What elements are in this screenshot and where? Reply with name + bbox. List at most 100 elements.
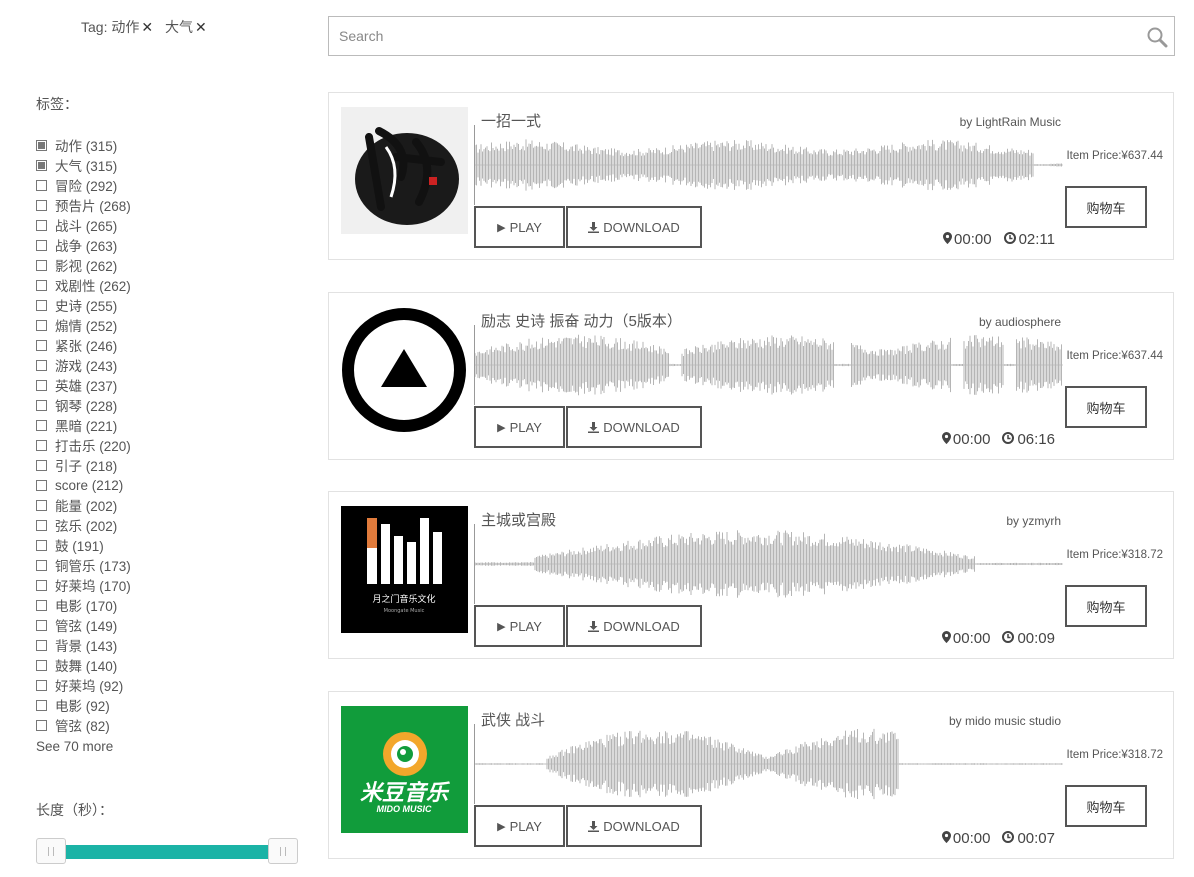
- tag-filter-item[interactable]: 电影 (92): [36, 695, 256, 715]
- waveform[interactable]: [474, 325, 1063, 405]
- tag-filter-item[interactable]: 影视 (262): [36, 255, 256, 275]
- cart-button[interactable]: 购物车: [1065, 585, 1147, 627]
- tag-filter-label: 动作 (315): [55, 139, 118, 154]
- tag-checkbox[interactable]: [36, 659, 47, 671]
- tag-checkbox[interactable]: [36, 639, 47, 651]
- tag-filter-item[interactable]: 英雄 (237): [36, 375, 256, 395]
- tag-checkbox[interactable]: [36, 619, 47, 631]
- album-cover[interactable]: [341, 107, 468, 234]
- play-button[interactable]: ▶ PLAY: [474, 406, 565, 448]
- tag-checkbox[interactable]: [36, 579, 47, 591]
- tag-checkbox[interactable]: [36, 279, 47, 291]
- tag-checkbox[interactable]: [36, 679, 47, 691]
- tag-filter-item[interactable]: score (212): [36, 475, 256, 495]
- album-cover[interactable]: 月之门音乐文化 Moongate Music: [341, 506, 468, 633]
- tag-filter-item[interactable]: 战争 (263): [36, 235, 256, 255]
- tag-filter-item[interactable]: 鼓舞 (140): [36, 655, 256, 675]
- waveform[interactable]: [474, 524, 1063, 604]
- tag-filter-item[interactable]: 紧张 (246): [36, 335, 256, 355]
- album-cover[interactable]: 米豆音乐 MIDO MUSIC: [341, 706, 468, 833]
- tag-checkbox[interactable]: [36, 219, 47, 231]
- tag-checkbox[interactable]: [36, 539, 47, 551]
- tag-checkbox[interactable]: [36, 259, 47, 271]
- tag-checkbox[interactable]: [36, 719, 47, 731]
- search-input[interactable]: [329, 17, 1139, 55]
- tag-checkbox[interactable]: [36, 359, 47, 371]
- search-icon[interactable]: [1146, 26, 1168, 48]
- tag-filter-item[interactable]: 好莱坞 (92): [36, 675, 256, 695]
- tag-checkbox[interactable]: [36, 199, 47, 211]
- length-heading: 长度（秒）：: [36, 802, 113, 818]
- tag-checkbox[interactable]: [36, 239, 47, 251]
- tag-checkbox[interactable]: [36, 459, 47, 471]
- tag-filter-item[interactable]: 弦乐 (202): [36, 515, 256, 535]
- tag-filter-label: 战争 (263): [55, 239, 118, 254]
- tag-filter-item[interactable]: 冒险 (292): [36, 175, 256, 195]
- tag-checkbox[interactable]: [36, 299, 47, 311]
- tag-checkbox[interactable]: [36, 179, 47, 191]
- remove-tag-icon[interactable]: ✕: [195, 19, 207, 35]
- tag-filter-item[interactable]: 黑暗 (221): [36, 415, 256, 435]
- tag-checkbox[interactable]: [36, 599, 47, 611]
- tag-checkbox[interactable]: [36, 139, 47, 151]
- download-button[interactable]: DOWNLOAD: [566, 805, 702, 847]
- tag-filter-item[interactable]: 能量 (202): [36, 495, 256, 515]
- tag-checkbox[interactable]: [36, 319, 47, 331]
- cart-button[interactable]: 购物车: [1065, 785, 1147, 827]
- play-label: PLAY: [509, 818, 542, 834]
- waveform[interactable]: [474, 724, 1063, 804]
- play-button[interactable]: ▶ PLAY: [474, 605, 565, 647]
- tag-filter-item[interactable]: 背景 (143): [36, 635, 256, 655]
- track-duration: 00:07: [1017, 830, 1055, 847]
- tag-filter-item[interactable]: 引子 (218): [36, 455, 256, 475]
- tag-filter-item[interactable]: 战斗 (265): [36, 215, 256, 235]
- track-card: 月之门音乐文化 Moongate Music 主城或宫殿 by yzmyrh Item …: [328, 491, 1174, 659]
- play-button[interactable]: ▶ PLAY: [474, 805, 565, 847]
- tag-filter-item[interactable]: 戏剧性 (262): [36, 275, 256, 295]
- tag-checkbox[interactable]: [36, 559, 47, 571]
- tag-checkbox[interactable]: [36, 499, 47, 511]
- tag-filter-item[interactable]: 大气 (315): [36, 155, 256, 175]
- tag-checkbox[interactable]: [36, 699, 47, 711]
- download-button[interactable]: DOWNLOAD: [566, 406, 702, 448]
- tag-filter-item[interactable]: 铜管乐 (173): [36, 555, 256, 575]
- tag-filter-item[interactable]: 预告片 (268): [36, 195, 256, 215]
- tag-filter-item[interactable]: 打击乐 (220): [36, 435, 256, 455]
- tag-checkbox[interactable]: [36, 419, 47, 431]
- tag-filter-item[interactable]: 鼓 (191): [36, 535, 256, 555]
- length-range-slider[interactable]: [36, 838, 298, 866]
- download-button[interactable]: DOWNLOAD: [566, 206, 702, 248]
- see-more-link[interactable]: See 70 more: [36, 739, 113, 754]
- tag-filter-item[interactable]: 游戏 (243): [36, 355, 256, 375]
- current-position: 00:00: [954, 231, 992, 248]
- tag-filter-item[interactable]: 动作 (315): [36, 135, 256, 155]
- tag-filter-item[interactable]: 钢琴 (228): [36, 395, 256, 415]
- play-button[interactable]: ▶ PLAY: [474, 206, 565, 248]
- tag-filter-item[interactable]: 好莱坞 (170): [36, 575, 256, 595]
- tag-filter-item[interactable]: 管弦 (149): [36, 615, 256, 635]
- tag-filter-item[interactable]: 管弦 (82): [36, 715, 256, 735]
- clock-icon: [1002, 631, 1015, 643]
- tag-filter-item[interactable]: 电影 (170): [36, 595, 256, 615]
- remove-tag-icon[interactable]: ✕: [141, 19, 153, 35]
- tag-filter-item[interactable]: 煽情 (252): [36, 315, 256, 335]
- tag-filter-item[interactable]: 史诗 (255): [36, 295, 256, 315]
- tag-checkbox[interactable]: [36, 339, 47, 351]
- tag-checkbox[interactable]: [36, 479, 47, 491]
- svg-text:米豆音乐: 米豆音乐: [360, 780, 450, 806]
- cart-button[interactable]: 购物车: [1065, 186, 1147, 228]
- slider-handle-max[interactable]: [268, 838, 298, 864]
- tag-checkbox[interactable]: [36, 379, 47, 391]
- album-cover[interactable]: [341, 307, 468, 434]
- tag-checkbox[interactable]: [36, 519, 47, 531]
- download-button[interactable]: DOWNLOAD: [566, 605, 702, 647]
- waveform[interactable]: [474, 125, 1063, 205]
- cart-button[interactable]: 购物车: [1065, 386, 1147, 428]
- tag-checkbox[interactable]: [36, 159, 47, 171]
- track-times: 00:00 00:07: [941, 830, 1055, 847]
- tag-checkbox[interactable]: [36, 399, 47, 411]
- map-marker-icon: [941, 432, 951, 444]
- tag-checkbox[interactable]: [36, 439, 47, 451]
- play-label: PLAY: [509, 618, 542, 634]
- slider-handle-min[interactable]: [36, 838, 66, 864]
